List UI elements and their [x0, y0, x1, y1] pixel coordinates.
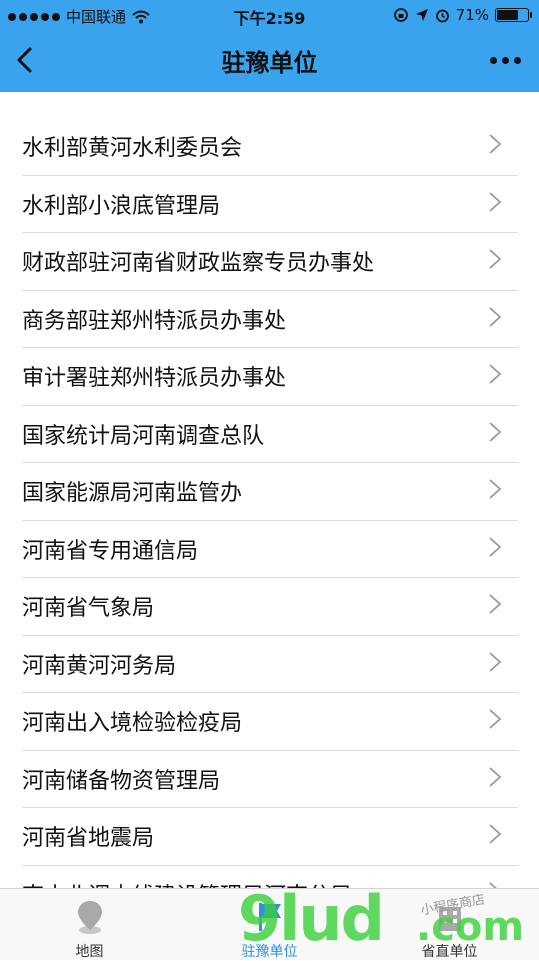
status-right: 71% [393, 6, 532, 24]
chevron-right-icon [489, 191, 502, 212]
chevron-right-icon [489, 651, 502, 672]
chevron-right-icon [489, 881, 498, 888]
chevron-right-icon [489, 536, 502, 557]
chevron-right-icon [489, 421, 502, 442]
list-item-label: 商务部驻郑州特派员办事处 [22, 308, 287, 334]
list-item[interactable]: 河南省气象局 [22, 578, 518, 636]
list-item-label: 河南出入境检验检疫局 [22, 711, 243, 736]
tab-map[interactable]: 地图 [0, 889, 179, 961]
list-item[interactable]: 国家统计局河南调查总队 [22, 406, 518, 463]
rotation-lock-icon [393, 8, 408, 22]
list-item-label: 河南黄河河务局 [22, 653, 177, 679]
building-icon [438, 907, 461, 931]
chevron-right-icon [489, 594, 502, 614]
battery-icon [495, 8, 532, 22]
navigation-bar: 驻豫单位 [0, 30, 539, 92]
list-item-label: 河南省气象局 [22, 596, 155, 621]
list-item[interactable]: 河南出入境检验检疫局 [22, 693, 518, 751]
list-item-label: 河南省地震局 [22, 826, 155, 851]
list-item-label: 审计署驻郑州特派员办事处 [22, 366, 287, 391]
alarm-icon [435, 9, 449, 22]
location-arrow-icon [415, 9, 428, 21]
list-item[interactable]: 商务部驻郑州特派员办事处 [22, 291, 518, 348]
list-item[interactable]: 河南省地震局 [22, 808, 518, 866]
more-dot-icon [513, 56, 521, 64]
more-dot-icon [501, 56, 509, 64]
list-item-label: 国家能源局河南监管办 [22, 481, 243, 506]
list-item-label: 河南储备物资管理局 [22, 768, 221, 794]
flag-icon [258, 903, 281, 931]
list-item[interactable]: 水利部黄河水利委员会 [22, 118, 518, 176]
chevron-right-icon [489, 766, 502, 787]
chevron-right-icon [489, 249, 502, 269]
list-item-label: 南水北调中线建设管理局河南分局 [22, 878, 352, 889]
tab-label: 地图 [75, 944, 104, 960]
unit-list: 水利部黄河水利委员会 水利部小浪底管理局 财政部驻河南省财政监察专员办事处 商务… [0, 118, 539, 888]
tab-label: 省直单位 [421, 944, 478, 960]
list-item[interactable]: 水利部小浪底管理局 [22, 176, 518, 233]
list-item-label: 水利部黄河水利委员会 [22, 136, 243, 161]
map-pin-icon [77, 901, 102, 934]
status-bar: 中国联通 下午2:59 71% [0, 0, 539, 30]
list-item[interactable]: 审计署驻郑州特派员办事处 [22, 348, 518, 406]
tab-units-in-henan[interactable]: 驻豫单位 [180, 889, 359, 961]
list-item[interactable]: 河南省专用通信局 [22, 521, 518, 578]
chevron-right-icon [489, 134, 502, 154]
tab-bar: 地图 驻豫单位 省直单位 [0, 888, 539, 960]
list-item-label: 河南省专用通信局 [22, 538, 199, 564]
list-item[interactable]: 南水北调中线建设管理局河南分局 [22, 866, 518, 889]
list-item-label: 财政部驻河南省财政监察专员办事处 [22, 251, 375, 276]
battery-percent: 71% [455, 6, 489, 24]
chevron-right-icon [489, 364, 502, 384]
chevron-right-icon [489, 709, 502, 729]
more-options-button[interactable] [485, 48, 525, 72]
tab-provincial-units[interactable]: 省直单位 [360, 889, 539, 961]
app-header: 中国联通 下午2:59 71% 驻豫单位 [0, 0, 539, 92]
more-dot-icon [489, 56, 497, 64]
page-title: 驻豫单位 [221, 49, 318, 77]
chevron-right-icon [489, 479, 502, 499]
chevron-right-icon [489, 824, 502, 844]
list-item[interactable]: 河南储备物资管理局 [22, 751, 518, 808]
list-item[interactable]: 河南黄河河务局 [22, 636, 518, 693]
list-item-label: 水利部小浪底管理局 [22, 193, 221, 219]
tab-label: 驻豫单位 [241, 944, 298, 960]
chevron-right-icon [489, 306, 502, 327]
list-item-label: 国家统计局河南调查总队 [22, 423, 265, 449]
list-item[interactable]: 财政部驻河南省财政监察专员办事处 [22, 233, 518, 291]
list-item[interactable]: 国家能源局河南监管办 [22, 463, 518, 521]
